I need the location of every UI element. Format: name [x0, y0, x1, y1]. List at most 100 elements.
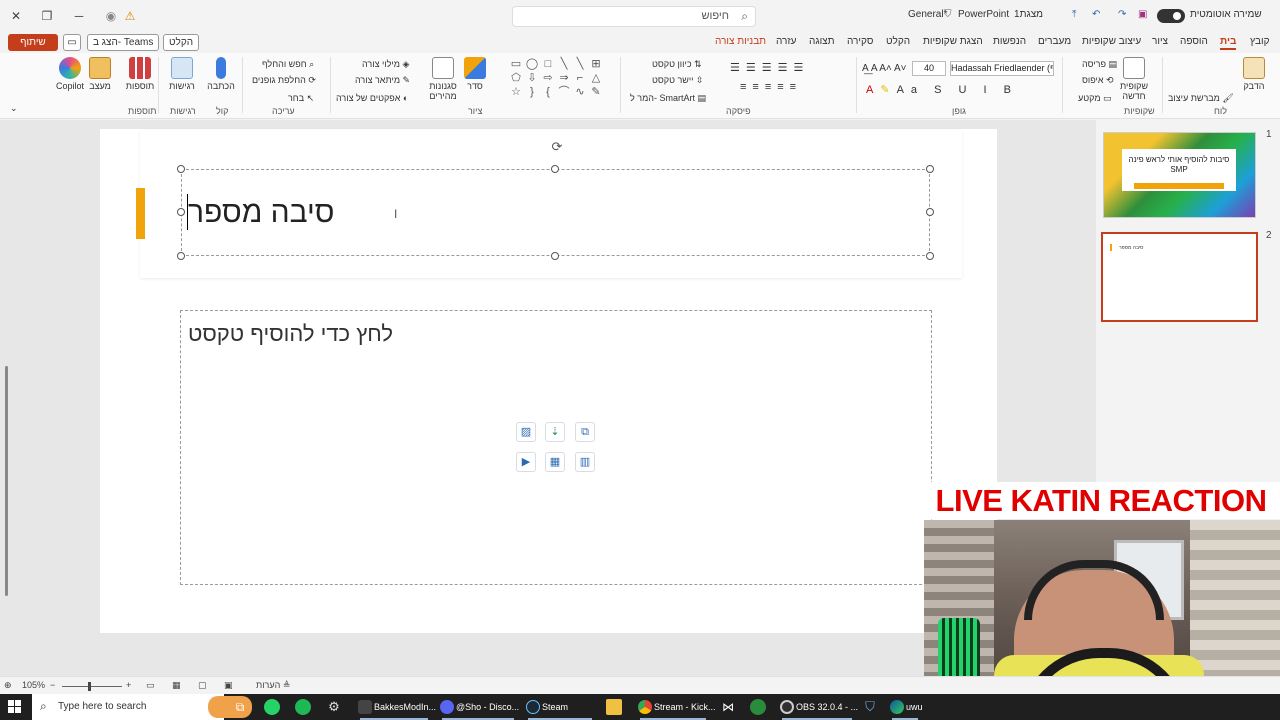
taskbar-app-edge[interactable]: uwu	[886, 694, 924, 720]
restore-icon[interactable]: ❐	[37, 6, 57, 26]
zoom-slider-thumb[interactable]	[88, 682, 91, 691]
dictate-button[interactable]: הכתבה	[201, 57, 241, 91]
connector-icon[interactable]: ⌐	[572, 71, 588, 85]
search-box[interactable]: חיפוש ⌕	[512, 6, 756, 27]
tab-view[interactable]: תצוגה	[809, 36, 835, 47]
arrange-button[interactable]: סדר	[460, 57, 490, 91]
doc-title[interactable]: מצגת1	[1014, 9, 1043, 20]
resize-handle[interactable]	[177, 165, 185, 173]
comments-icon[interactable]: ▭	[63, 34, 81, 51]
autosave-toggle[interactable]	[1157, 9, 1185, 23]
sensitivity-button[interactable]: רגישות	[162, 57, 202, 91]
arc-icon[interactable]: ⌒	[556, 85, 572, 99]
star-icon[interactable]: ☆	[508, 85, 524, 99]
tab-animations[interactable]: הנפשות	[993, 36, 1026, 47]
tab-insert[interactable]: הוספה	[1180, 36, 1208, 47]
new-slide-button[interactable]: שקופית חדשה	[1114, 57, 1154, 101]
task-view-icon[interactable]: ⧉	[232, 699, 248, 715]
shapes-gallery[interactable]: ▭ ◯ □ ╲ ╲ ⊞ ⬠ ⇩ ⇨ ⇒ ⌐ △ ☆}{⌒ ∿ ✎	[508, 57, 608, 105]
taskbar-app-obs[interactable]: OBS 32.0.4 - ...	[776, 694, 858, 720]
insert-3d-icon[interactable]: ⧉	[575, 422, 595, 442]
normal-view-icon[interactable]: ▣	[224, 680, 233, 691]
insert-chart-icon[interactable]: ▥	[575, 452, 595, 472]
shape-icon[interactable]: ⬠	[508, 71, 524, 85]
close-icon[interactable]: ✕	[6, 6, 26, 26]
line-icon[interactable]: ╲	[556, 57, 572, 71]
freeform-icon[interactable]: ✎	[588, 85, 604, 99]
smartart-button[interactable]: המר ל- SmartArt ▤	[630, 93, 706, 104]
resize-handle[interactable]	[177, 208, 185, 216]
taskbar-app-chrome[interactable]: Stream - Kick...	[634, 694, 716, 720]
taskbar-app-discord[interactable]: @Sho - Disco...	[436, 694, 520, 720]
tab-draw[interactable]: ציור	[1152, 36, 1168, 47]
format-painter-button[interactable]: מברשת עיצוב 🖌	[1168, 93, 1234, 104]
section-button[interactable]: מקטע ▭	[1078, 93, 1112, 104]
arrow-icon[interactable]: ⇨	[540, 71, 556, 85]
font-size-field[interactable]: 40	[912, 61, 946, 76]
save-icon[interactable]: ▣	[1138, 9, 1147, 20]
select-button[interactable]: בחר ↖	[288, 93, 314, 104]
taskbar-app-steam[interactable]: Steam	[522, 694, 598, 720]
scrollbar-thumb[interactable]	[5, 366, 8, 596]
text-direction-button[interactable]: כיוון טקסט ⇅	[652, 59, 702, 70]
file-explorer-icon[interactable]	[606, 699, 622, 715]
insert-video-icon[interactable]: ▶	[516, 452, 536, 472]
arrow-right-icon[interactable]: ⇒	[556, 71, 572, 85]
oval-icon[interactable]: ◯	[524, 57, 540, 71]
content-placeholder[interactable]	[180, 310, 932, 585]
shape-fill-button[interactable]: מילוי צורה ◈	[362, 59, 409, 70]
security-icon[interactable]: ⛉	[862, 699, 878, 715]
rectangle-icon[interactable]: ▭	[508, 57, 524, 71]
tab-file[interactable]: קובץ	[1250, 36, 1270, 47]
find-button[interactable]: חפש והחלף ⌕	[262, 59, 314, 70]
alignment-icon[interactable]: ≡≡≡≡≡	[740, 81, 802, 93]
tab-record[interactable]: הקלט	[886, 36, 910, 47]
zoom-in-icon[interactable]: +	[126, 680, 131, 690]
paste-button[interactable]: הדבק	[1234, 57, 1274, 91]
redo-icon[interactable]: ↷	[1118, 9, 1126, 20]
content-placeholder-text[interactable]: לחץ כדי להוסיף טקסט	[188, 321, 393, 347]
resize-handle[interactable]	[177, 252, 185, 260]
resize-handle[interactable]	[926, 252, 934, 260]
quick-access-icon[interactable]: ⤒	[1072, 9, 1076, 20]
addins-button[interactable]: תוספות	[120, 57, 160, 91]
font-style-icon[interactable]: A✎Aa S U I B	[866, 83, 1018, 96]
warning-icon[interactable]: ⚠	[120, 6, 140, 26]
font-name-field[interactable]: Hadassah Friedlaender (גוף)	[950, 61, 1054, 76]
tab-shape-format[interactable]: תבניות צורה	[715, 36, 766, 47]
designer-button[interactable]: מעצב	[80, 57, 120, 91]
taskbar-app-bakkesmod[interactable]: BakkesModIn...	[354, 694, 436, 720]
record-button[interactable]: הקלט	[163, 34, 200, 51]
windows-start-icon[interactable]	[8, 700, 22, 714]
reset-button[interactable]: איפוס ⟲	[1082, 75, 1114, 86]
whatsapp-icon[interactable]	[264, 699, 280, 715]
arrow-down-icon[interactable]: ⇩	[524, 71, 540, 85]
line-icon[interactable]: ╲	[572, 57, 588, 71]
resize-handle[interactable]	[551, 165, 559, 173]
slide-thumbnail-1[interactable]: סיבות להוסיף אותי לראש פינה SMP	[1103, 132, 1256, 218]
taskbar-search[interactable]: ⌕ Type here to search	[32, 694, 252, 720]
quick-styles-button[interactable]: סגנונות מהירים	[424, 57, 462, 101]
tab-home[interactable]: בית	[1220, 36, 1237, 50]
teams-button[interactable]: הצג ב- Teams	[87, 34, 160, 51]
tab-review[interactable]: סקירה	[847, 36, 873, 47]
settings-icon[interactable]: ⚙	[326, 699, 342, 715]
resize-handle[interactable]	[926, 165, 934, 173]
tab-help[interactable]: עזרה	[776, 36, 796, 47]
sensitivity-label[interactable]: General*	[908, 9, 947, 20]
bullets-icon[interactable]: ☰☰☰☰☰	[730, 61, 809, 74]
rotate-handle-icon[interactable]: ⟳	[550, 140, 564, 154]
zoom-slider[interactable]	[62, 686, 122, 687]
tab-slideshow[interactable]: הצגת שקופיות	[923, 36, 983, 47]
rect-icon[interactable]: □	[540, 57, 556, 71]
textbox-icon[interactable]: ⊞	[588, 57, 604, 71]
capcut-icon[interactable]: ⋈	[720, 699, 736, 715]
reading-view-icon[interactable]: ▢	[198, 680, 207, 691]
align-text-button[interactable]: יישר טקסט ⇳	[652, 75, 704, 86]
undo-icon[interactable]: ↶	[1092, 9, 1100, 20]
zoom-level[interactable]: 105%	[22, 680, 45, 690]
shape-effects-button[interactable]: אפקטים של צורה ◐	[336, 93, 408, 103]
resize-handle[interactable]	[926, 208, 934, 216]
slide-title[interactable]: סיבה מספר	[188, 196, 334, 230]
collapse-ribbon-icon[interactable]: ⌄	[10, 103, 18, 114]
